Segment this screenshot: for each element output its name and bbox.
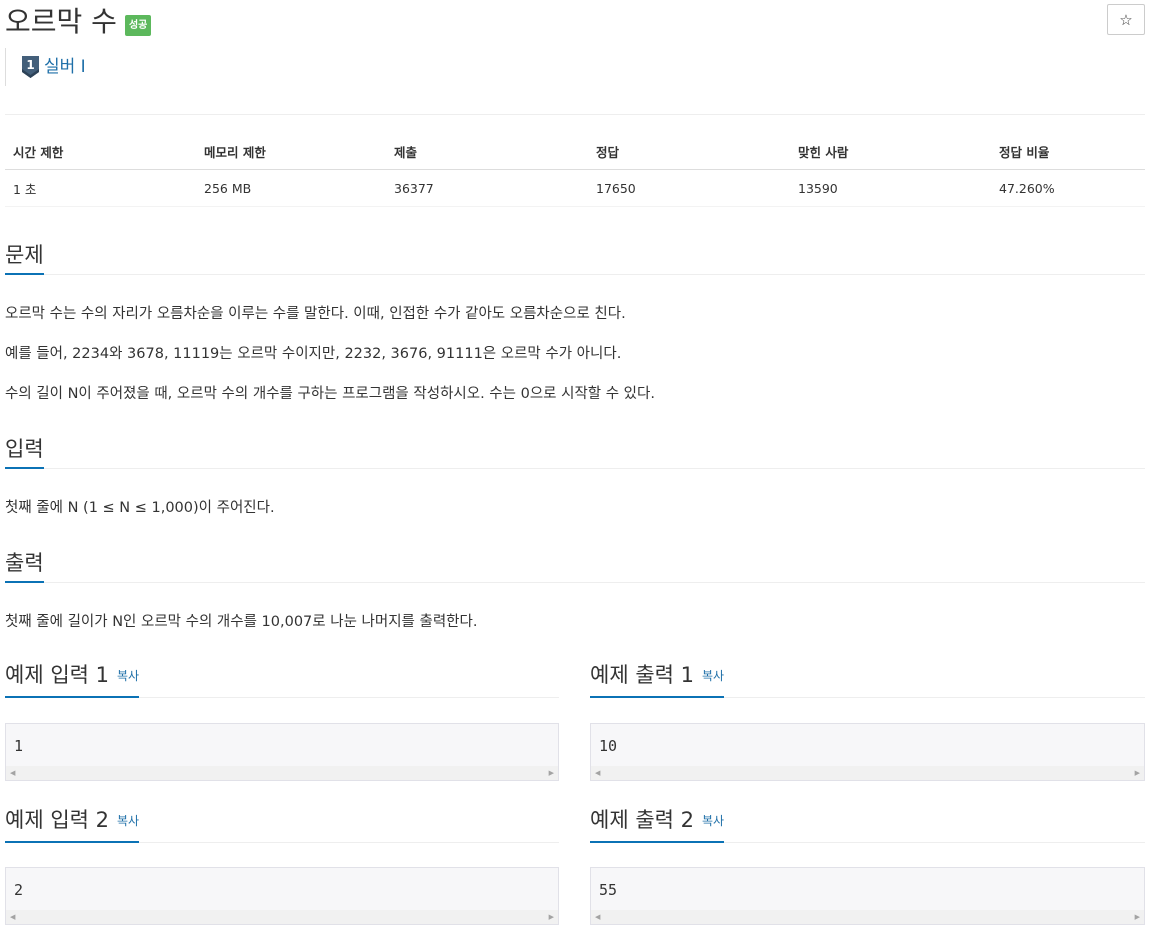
sample-output-1-box[interactable]: 10 ◀ ▶ (590, 723, 1145, 781)
horizontal-scrollbar[interactable]: ◀ ▶ (6, 910, 558, 924)
header-solved-users: 맞힌 사람 (790, 133, 991, 170)
problem-heading: 문제 (5, 239, 44, 275)
header-accepted: 정답 (588, 133, 790, 170)
sample-input-2-box[interactable]: 2 ◀ ▶ (5, 867, 559, 925)
horizontal-scrollbar[interactable]: ◀ ▶ (591, 766, 1144, 780)
problem-section-header: 문제 (5, 238, 1145, 275)
tier-link[interactable]: 실버 I (44, 56, 86, 78)
sample-output-1-title: 예제 출력 1 (590, 663, 694, 687)
sample-output-1-value: 10 (599, 737, 618, 755)
sample-output-2-value: 55 (599, 881, 618, 899)
sample-output-2-box[interactable]: 55 ◀ ▶ (590, 867, 1145, 925)
sample-input-2-title: 예제 입력 2 (5, 808, 109, 832)
problem-text-line-2: 예를 들어, 2234와 3678, 11119는 오르막 수이지만, 2232… (5, 346, 622, 362)
accept-ratio-value: 47.260% (991, 169, 1145, 207)
problem-text-line-1: 오르막 수는 수의 자리가 오름차순을 이루는 수를 말한다. 이때, 인접한 … (5, 306, 626, 322)
scroll-left-icon[interactable]: ◀ (10, 913, 15, 921)
copy-button[interactable]: 복사 (117, 669, 139, 683)
table-row: 1 초 256 MB 36377 17650 13590 47.260% (5, 169, 1145, 207)
page-title: 오르막 수 (5, 5, 117, 38)
header-submissions: 제출 (386, 133, 588, 170)
input-section-header: 입력 (5, 432, 1145, 469)
header-time-limit: 시간 제한 (5, 133, 196, 170)
scroll-right-icon[interactable]: ▶ (549, 769, 554, 777)
copy-button[interactable]: 복사 (117, 814, 139, 828)
scroll-left-icon[interactable]: ◀ (595, 769, 600, 777)
header-memory-limit: 메모리 제한 (196, 133, 386, 170)
horizontal-scrollbar[interactable]: ◀ ▶ (6, 766, 558, 780)
scroll-left-icon[interactable]: ◀ (10, 769, 15, 777)
sample-input-1-title: 예제 입력 1 (5, 663, 109, 687)
sample-input-1-value: 1 (14, 737, 24, 755)
sample-output-1-header: 예제 출력 1 복사 (590, 661, 1145, 698)
output-heading: 출력 (5, 547, 44, 583)
copy-button[interactable]: 복사 (702, 669, 724, 683)
title-row: 오르막 수 성공 (5, 2, 152, 42)
star-button[interactable]: ☆ (1107, 4, 1145, 35)
sample-output-2-header: 예제 출력 2 복사 (590, 806, 1145, 843)
sample-output-2-title: 예제 출력 2 (590, 808, 694, 832)
accepted-value: 17650 (588, 169, 790, 207)
header-accept-ratio: 정답 비율 (991, 133, 1145, 170)
output-text: 첫째 줄에 길이가 N인 오르막 수의 개수를 10,007로 나눈 나머지를 … (5, 614, 478, 630)
tier-row: 1 실버 I (5, 48, 86, 86)
silver-tier-icon: 1 (22, 56, 39, 78)
sample-input-1-header: 예제 입력 1 복사 (5, 661, 559, 698)
copy-button[interactable]: 복사 (702, 814, 724, 828)
table-header-row: 시간 제한 메모리 제한 제출 정답 맞힌 사람 정답 비율 (5, 133, 1145, 170)
solved-users-value[interactable]: 13590 (790, 169, 991, 207)
sample-input-2-value: 2 (14, 881, 24, 899)
problem-text-line-3: 수의 길이 N이 주어졌을 때, 오르막 수의 개수를 구하는 프로그램을 작성… (5, 386, 655, 402)
time-limit-value: 1 초 (5, 169, 196, 207)
horizontal-scrollbar[interactable]: ◀ ▶ (591, 910, 1144, 924)
input-heading: 입력 (5, 433, 44, 469)
problem-info-table: 시간 제한 메모리 제한 제출 정답 맞힌 사람 정답 비율 1 초 256 M… (5, 133, 1145, 207)
scroll-right-icon[interactable]: ▶ (1135, 913, 1140, 921)
status-badge: 성공 (124, 14, 152, 36)
scroll-left-icon[interactable]: ◀ (595, 913, 600, 921)
sample-input-1-box[interactable]: 1 ◀ ▶ (5, 723, 559, 781)
scroll-right-icon[interactable]: ▶ (549, 913, 554, 921)
input-text: 첫째 줄에 N (1 ≤ N ≤ 1,000)이 주어진다. (5, 500, 275, 516)
scroll-right-icon[interactable]: ▶ (1135, 769, 1140, 777)
divider (5, 114, 1145, 115)
star-icon: ☆ (1119, 10, 1133, 29)
memory-limit-value: 256 MB (196, 169, 386, 207)
sample-input-2-header: 예제 입력 2 복사 (5, 806, 559, 843)
output-section-header: 출력 (5, 546, 1145, 583)
submissions-value[interactable]: 36377 (386, 169, 588, 207)
tier-number: 1 (26, 58, 34, 72)
